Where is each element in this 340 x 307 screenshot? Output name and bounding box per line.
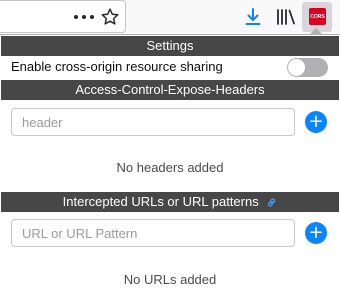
download-arrow-icon[interactable] (243, 7, 263, 27)
cors-badge: CORS (309, 8, 326, 25)
add-header-button[interactable]: + (305, 111, 327, 133)
settings-header: Settings (1, 36, 339, 56)
header-input[interactable] (11, 108, 295, 136)
cors-toggle-row: Enable cross-origin resource sharing (1, 57, 339, 79)
intercepted-urls-header: Intercepted URLs or URL patterns (1, 192, 339, 212)
browser-toolbar: CORS (0, 0, 340, 36)
cors-settings-panel: Settings Enable cross-origin resource sh… (0, 34, 340, 307)
url-pattern-input[interactable] (11, 219, 295, 247)
url-bar[interactable] (0, 0, 126, 33)
cors-toggle-label: Enable cross-origin resource sharing (11, 59, 223, 74)
star-icon[interactable] (100, 7, 120, 27)
add-url-button[interactable]: + (305, 222, 327, 244)
library-icon[interactable] (275, 7, 297, 27)
cors-toggle-switch[interactable] (287, 58, 328, 77)
link-icon[interactable] (266, 197, 277, 208)
no-urls-message: No URLs added (123, 272, 217, 287)
page-actions-dots-icon[interactable] (74, 8, 94, 26)
expose-headers-header: Access-Control-Expose-Headers (1, 80, 339, 100)
no-headers-message: No headers added (116, 160, 224, 175)
toggle-knob (288, 59, 305, 76)
intercepted-urls-title: Intercepted URLs or URL patterns (62, 194, 259, 209)
